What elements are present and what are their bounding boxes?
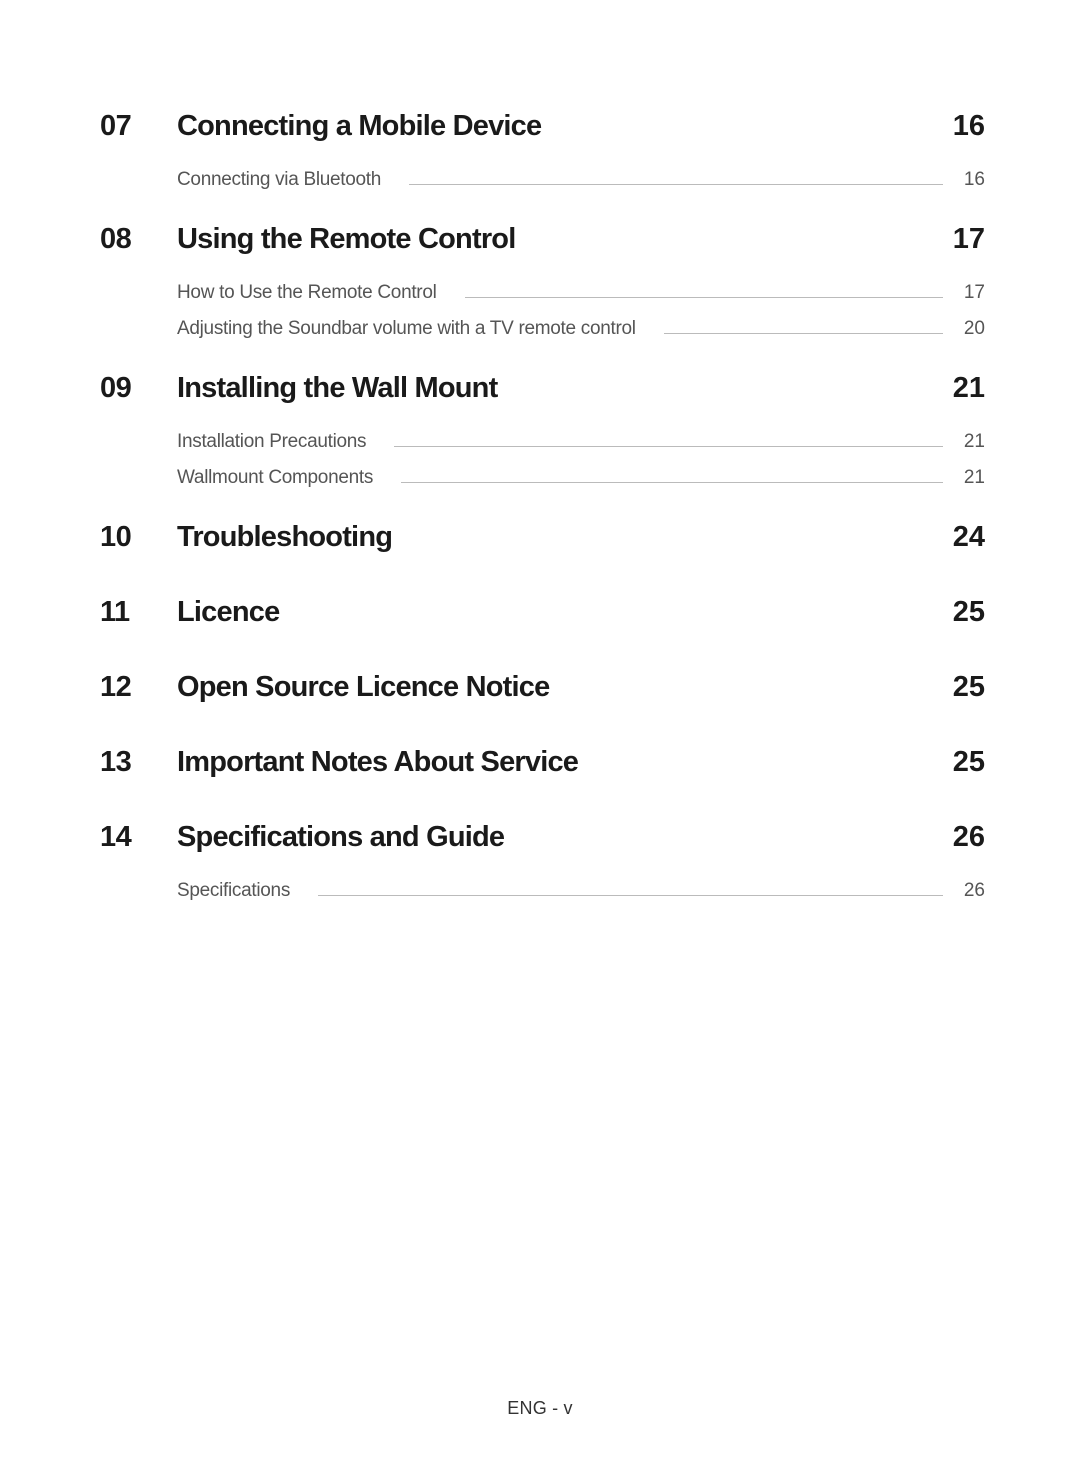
toc-section: 13Important Notes About Service25 — [100, 746, 985, 779]
toc-section-page: 24 — [945, 521, 985, 554]
toc-section: 09Installing the Wall Mount21Installatio… — [100, 372, 985, 489]
toc-section-number: 08 — [100, 223, 177, 256]
toc-subsection[interactable]: Connecting via Bluetooth 16 — [177, 169, 985, 191]
toc-section-title: Specifications and Guide — [177, 821, 945, 854]
toc-subsection-page: 26 — [957, 880, 985, 902]
toc-section-header[interactable]: 14Specifications and Guide26 — [100, 821, 985, 854]
toc-subsection-page: 21 — [957, 467, 985, 489]
toc-section-number: 13 — [100, 746, 177, 779]
toc-section-title: Important Notes About Service — [177, 746, 945, 779]
toc-subsection-title: Specifications — [177, 880, 290, 902]
toc-section-title: Licence — [177, 596, 945, 629]
toc-leader-line — [664, 333, 943, 334]
toc-leader-line — [318, 895, 943, 896]
toc-section-page: 25 — [945, 671, 985, 704]
toc-section-number: 09 — [100, 372, 177, 405]
toc-section-header[interactable]: 13Important Notes About Service25 — [100, 746, 985, 779]
toc-section: 11Licence25 — [100, 596, 985, 629]
toc-subsection-title: Installation Precautions — [177, 431, 366, 453]
toc-section-title: Using the Remote Control — [177, 223, 945, 256]
toc-leader-line — [401, 482, 943, 483]
toc-section-number: 11 — [100, 596, 177, 629]
toc-section-page: 16 — [945, 110, 985, 143]
toc-subsection-title: Adjusting the Soundbar volume with a TV … — [177, 318, 636, 340]
toc-section-number: 07 — [100, 110, 177, 143]
toc-section: 10Troubleshooting24 — [100, 521, 985, 554]
toc-subsection[interactable]: Installation Precautions 21 — [177, 431, 985, 453]
toc-subsection-page: 21 — [957, 431, 985, 453]
toc-leader-line — [409, 184, 943, 185]
toc-section-header[interactable]: 07Connecting a Mobile Device16 — [100, 110, 985, 143]
toc-subsection-title: Connecting via Bluetooth — [177, 169, 381, 191]
page-footer: ENG - v — [0, 1398, 1080, 1419]
toc-section-header[interactable]: 10Troubleshooting24 — [100, 521, 985, 554]
toc-subsection-page: 20 — [957, 318, 985, 340]
toc-section: 12Open Source Licence Notice25 — [100, 671, 985, 704]
toc-subsection[interactable]: How to Use the Remote Control 17 — [177, 282, 985, 304]
table-of-contents: 07Connecting a Mobile Device16Connecting… — [100, 110, 985, 902]
toc-section: 08Using the Remote Control17How to Use t… — [100, 223, 985, 340]
toc-section-number: 12 — [100, 671, 177, 704]
toc-section-page: 21 — [945, 372, 985, 405]
toc-subsection-page: 17 — [957, 282, 985, 304]
toc-subsection-title: How to Use the Remote Control — [177, 282, 437, 304]
toc-section-number: 10 — [100, 521, 177, 554]
toc-section-header[interactable]: 09Installing the Wall Mount21 — [100, 372, 985, 405]
toc-section-title: Troubleshooting — [177, 521, 945, 554]
toc-section: 07Connecting a Mobile Device16Connecting… — [100, 110, 985, 191]
toc-section-page: 25 — [945, 746, 985, 779]
toc-section-header[interactable]: 08Using the Remote Control17 — [100, 223, 985, 256]
page: 07Connecting a Mobile Device16Connecting… — [0, 0, 1080, 1479]
toc-subsection[interactable]: Specifications 26 — [177, 880, 985, 902]
toc-subsection-page: 16 — [957, 169, 985, 191]
toc-subsection-title: Wallmount Components — [177, 467, 373, 489]
toc-section-title: Installing the Wall Mount — [177, 372, 945, 405]
toc-leader-line — [394, 446, 943, 447]
toc-section-title: Open Source Licence Notice — [177, 671, 945, 704]
toc-section-page: 25 — [945, 596, 985, 629]
toc-section-header[interactable]: 12Open Source Licence Notice25 — [100, 671, 985, 704]
toc-subsection[interactable]: Adjusting the Soundbar volume with a TV … — [177, 318, 985, 340]
toc-section-title: Connecting a Mobile Device — [177, 110, 945, 143]
toc-section: 14Specifications and Guide26Specificatio… — [100, 821, 985, 902]
toc-section-header[interactable]: 11Licence25 — [100, 596, 985, 629]
toc-section-number: 14 — [100, 821, 177, 854]
toc-section-page: 26 — [945, 821, 985, 854]
toc-leader-line — [465, 297, 943, 298]
toc-subsection[interactable]: Wallmount Components 21 — [177, 467, 985, 489]
toc-section-page: 17 — [945, 223, 985, 256]
